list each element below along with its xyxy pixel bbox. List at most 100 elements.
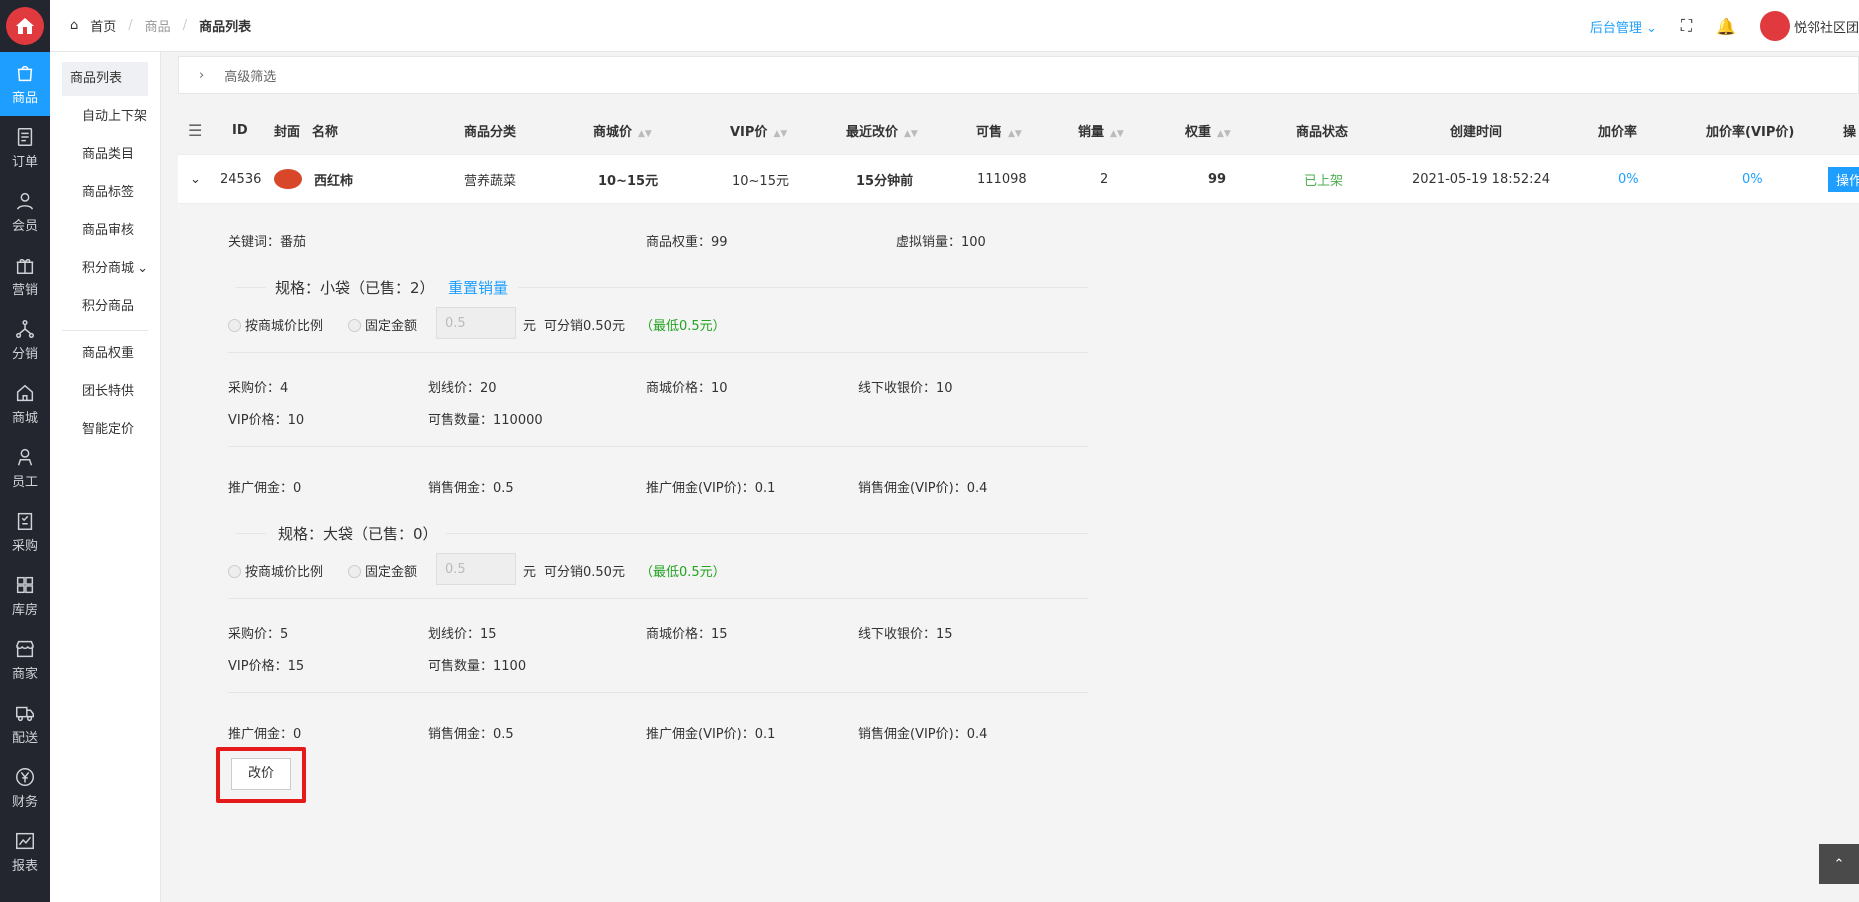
submenu-auto-shelf[interactable]: 自动上下架 <box>62 100 148 134</box>
product-thumbnail <box>274 169 302 189</box>
nav-label: 采购 <box>11 539 38 554</box>
divider <box>62 330 148 331</box>
cell-markup: 0% <box>1618 171 1639 187</box>
back-to-top-button[interactable]: ⌃ <box>1819 844 1859 884</box>
offline-price-2: 线下收银价：15 <box>858 627 953 642</box>
radio-ratio[interactable]: 按商城价比例 <box>228 315 323 334</box>
sale-commission-2: 销售佣金：0.5 <box>428 727 514 742</box>
main-content: › 高级筛选 ☰ ID 封面 名称 商品分类 商城价 ▲▼ VIP价 ▲▼ 最近改价… <box>178 52 1859 902</box>
nav-item-grid[interactable]: 库房 <box>0 564 50 628</box>
chart-icon <box>16 832 34 850</box>
cell-vip-price: 10~15元 <box>732 173 789 189</box>
top-bar: ⌂ 首页 / 商品 / 商品列表 后台管理 ⌄ ⛶ 🔔 悦邻社区团 <box>50 0 1859 52</box>
advanced-filter[interactable]: › 高级筛选 <box>178 56 1859 94</box>
nav-item-share[interactable]: 分销 <box>0 308 50 372</box>
change-price-button[interactable]: 改价 <box>231 758 291 790</box>
header-available[interactable]: 可售 ▲▼ <box>976 121 1022 140</box>
submenu-audit[interactable]: 商品审核 <box>62 214 148 248</box>
header-markup-vip: 加价率(VIP价) <box>1706 124 1795 140</box>
brand-logo <box>0 0 50 52</box>
bag-icon <box>17 65 33 82</box>
header-created: 创建时间 <box>1450 124 1503 140</box>
nav-label: 会员 <box>11 219 38 234</box>
store-icon <box>16 640 34 658</box>
nav-item-truck[interactable]: 配送 <box>0 692 50 756</box>
cell-price: 10~15元 <box>598 173 659 189</box>
radio-ratio-2[interactable]: 按商城价比例 <box>228 561 323 580</box>
share-icon <box>16 320 34 338</box>
nav-label: 报表 <box>11 859 38 874</box>
stock: 可售数量：110000 <box>428 413 543 428</box>
nav-item-home[interactable]: 商城 <box>0 372 50 436</box>
cell-markup-vip: 0% <box>1742 171 1763 187</box>
reset-sales-link[interactable]: 重置销量 <box>448 277 508 298</box>
minimum-text-2: （最低0.5元） <box>640 565 726 580</box>
column-toggle-icon[interactable]: ☰ <box>188 121 202 140</box>
vip-price: VIP价格：10 <box>228 413 305 428</box>
nav-item-store[interactable]: 商家 <box>0 628 50 692</box>
filter-label: 高级筛选 <box>224 69 277 85</box>
cell-name: 西红柿 <box>314 173 354 189</box>
breadcrumb-home[interactable]: 首页 <box>90 16 116 35</box>
bell-icon[interactable]: 🔔 <box>1716 17 1736 36</box>
spec-title-small: 规格：小袋（已售：2） <box>275 279 435 297</box>
breadcrumb-goods[interactable]: 商品 <box>145 16 171 35</box>
nav-item-clipboard[interactable]: 采购 <box>0 500 50 564</box>
submenu-category[interactable]: 商品类目 <box>62 138 148 172</box>
commission-input[interactable]: 0.5 <box>436 307 516 339</box>
cell-category: 营养蔬菜 <box>464 173 517 189</box>
submenu-tags[interactable]: 商品标签 <box>62 176 148 210</box>
arrow-up-icon: ⌃ <box>1833 856 1845 872</box>
submenu-goods-list[interactable]: 商品列表 <box>62 62 148 96</box>
submenu-pricing[interactable]: 智能定价 <box>62 413 148 447</box>
nav-item-staff[interactable]: 员工 <box>0 436 50 500</box>
nav-item-order[interactable]: 订单 <box>0 116 50 180</box>
commission-input-2[interactable]: 0.5 <box>436 553 516 585</box>
nav-item-yen[interactable]: 财务 <box>0 756 50 820</box>
distributable-text: 可分销0.50元 <box>544 319 625 334</box>
yuan-label: 元 <box>523 319 537 334</box>
minimum-text: （最低0.5元） <box>640 319 726 334</box>
submenu-points-goods[interactable]: 积分商品 <box>62 290 148 324</box>
nav-item-user[interactable]: 会员 <box>0 180 50 244</box>
nav-item-bag[interactable]: 商品 <box>0 52 50 116</box>
cell-created: 2021-05-19 18:52:24 <box>1412 171 1551 187</box>
sale-commission: 销售佣金：0.5 <box>428 481 514 496</box>
breadcrumb-current: 商品列表 <box>199 20 252 35</box>
promo-commission-2: 推广佣金：0 <box>228 727 302 742</box>
header-name: 名称 <box>312 124 339 140</box>
header-vip-price[interactable]: VIP价 ▲▼ <box>730 121 787 140</box>
cell-sales: 2 <box>1100 171 1109 187</box>
submenu-leader[interactable]: 团长特供 <box>62 375 148 409</box>
breadcrumb: ⌂ 首页 / 商品 / 商品列表 <box>70 16 252 35</box>
avatar[interactable]: 悦邻社区团 <box>1759 11 1859 41</box>
nav-label: 商家 <box>11 667 38 682</box>
header-weight[interactable]: 权重 ▲▼ <box>1185 121 1231 140</box>
offline-price: 线下收银价：10 <box>858 381 953 396</box>
header-price[interactable]: 商城价 ▲▼ <box>593 121 652 140</box>
main-nav: 商品 订单会员营销分销商城 员工采购库房商家配送 财务报表 <box>0 0 50 902</box>
chevron-right-icon: › <box>199 67 205 83</box>
submenu-points-mall[interactable]: 积分商城 ⌄ <box>62 252 148 286</box>
header-last-change[interactable]: 最近改价 ▲▼ <box>846 121 918 140</box>
admin-menu[interactable]: 后台管理 ⌄ <box>1590 17 1657 36</box>
user-name: 悦邻社区团 <box>1793 20 1859 36</box>
submenu-weight[interactable]: 商品权重 <box>62 337 148 371</box>
promo-commission: 推广佣金：0 <box>228 481 302 496</box>
radio-fixed[interactable]: 固定金额 <box>348 315 417 334</box>
nav-label: 分销 <box>11 347 38 362</box>
sub-menu: 商品列表 自动上下架 商品类目 商品标签 商品审核 积分商城 ⌄ 积分商品 商品权… <box>50 0 161 902</box>
nav-item-chart[interactable]: 报表 <box>0 820 50 884</box>
nav-item-gift[interactable]: 营销 <box>0 244 50 308</box>
radio-fixed-2[interactable]: 固定金额 <box>348 561 417 580</box>
header-markup: 加价率 <box>1598 124 1638 140</box>
line-price: 划线价：20 <box>428 381 497 396</box>
header-status: 商品状态 <box>1296 124 1349 140</box>
mall-price-2: 商城价格：15 <box>646 627 728 642</box>
header-cover: 封面 <box>274 124 301 140</box>
fullscreen-icon[interactable]: ⛶ <box>1681 16 1692 36</box>
collapse-icon[interactable]: ⌄ <box>190 172 201 187</box>
action-button[interactable]: 操作 <box>1828 166 1859 192</box>
header-sales[interactable]: 销量 ▲▼ <box>1078 121 1124 140</box>
purchase-price-2: 采购价：5 <box>228 627 289 642</box>
